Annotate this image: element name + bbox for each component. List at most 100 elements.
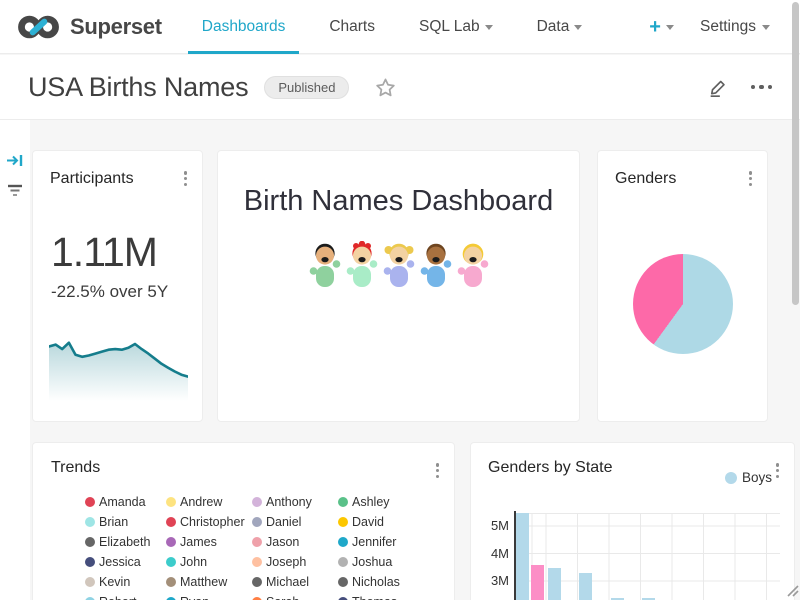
legend-item[interactable]: Matthew — [166, 572, 252, 592]
legend-item[interactable]: Sarah — [252, 592, 338, 600]
legend-item[interactable]: Joseph — [252, 552, 338, 572]
dashboard-banner-title: Birth Names Dashboard — [218, 185, 579, 218]
legend-dot — [166, 577, 176, 587]
kid-figure — [419, 241, 453, 291]
chart-title: Participants — [50, 170, 134, 188]
legend-dot — [252, 497, 262, 507]
kid-figure — [456, 241, 490, 291]
chart-title: Genders — [615, 170, 676, 188]
filter-rail — [0, 120, 30, 600]
boys-bar[interactable] — [548, 568, 561, 600]
legend-item[interactable]: David — [338, 512, 428, 532]
legend-label: Jason — [266, 535, 299, 549]
nav-label: Data — [537, 18, 570, 36]
kid-figure — [382, 241, 416, 291]
legend-label: Ashley — [352, 495, 390, 509]
superset-logo[interactable]: Superset — [0, 0, 180, 53]
vertical-scrollbar[interactable] — [792, 2, 799, 305]
girls-bar[interactable] — [531, 565, 544, 600]
legend-label: Matthew — [180, 575, 227, 589]
chart-title: Genders by State — [488, 459, 613, 477]
boys-bar[interactable] — [579, 573, 592, 600]
more-options-icon[interactable] — [751, 85, 773, 90]
legend-item[interactable]: John — [166, 552, 252, 572]
brand-name: Superset — [70, 14, 162, 40]
legend-item[interactable]: Ashley — [338, 492, 428, 512]
legend-dot — [85, 497, 95, 507]
resize-handle-icon[interactable] — [786, 584, 799, 597]
legend-dot — [252, 537, 262, 547]
legend-item[interactable]: Michael — [252, 572, 338, 592]
big-number-value: 1.11M — [51, 229, 157, 276]
legend-item[interactable]: Kevin — [85, 572, 166, 592]
legend-item[interactable]: Christopher — [166, 512, 252, 532]
legend-item[interactable]: Jessica — [85, 552, 166, 572]
legend-item[interactable]: Thomas — [338, 592, 428, 600]
kebab-menu-icon[interactable] — [434, 459, 442, 482]
legend-label: Thomas — [352, 595, 397, 600]
legend-item[interactable]: Jennifer — [338, 532, 428, 552]
legend-label: Amanda — [99, 495, 146, 509]
chevron-down-icon — [485, 25, 493, 30]
legend-dot — [85, 557, 95, 567]
settings-menu[interactable]: Settings — [700, 18, 770, 36]
legend-dot — [338, 497, 348, 507]
y-axis-tick: 4M — [471, 546, 509, 561]
header-actions — [707, 76, 800, 98]
kebab-menu-icon[interactable] — [774, 459, 782, 482]
legend-item[interactable]: Daniel — [252, 512, 338, 532]
chevron-down-icon — [666, 25, 674, 30]
nav-item-charts[interactable]: Charts — [315, 0, 389, 53]
participants-card: Participants 1.11M -22.5% over 5Y — [32, 150, 203, 422]
legend-dot — [338, 557, 348, 567]
legend-item[interactable]: Jason — [252, 532, 338, 552]
expand-filter-bar-icon[interactable] — [6, 152, 24, 169]
legend-item[interactable]: Brian — [85, 512, 166, 532]
legend-dot — [338, 577, 348, 587]
filter-icon[interactable] — [6, 183, 24, 199]
legend-item[interactable]: Joshua — [338, 552, 428, 572]
legend-item[interactable]: Robert — [85, 592, 166, 600]
nav-item-sql-lab[interactable]: SQL Lab — [405, 0, 507, 53]
boys-bar[interactable] — [516, 513, 529, 600]
kid-figure — [308, 241, 342, 291]
legend-dot — [85, 577, 95, 587]
legend-label: Nicholas — [352, 575, 400, 589]
legend-label: John — [180, 555, 207, 569]
legend-label: Michael — [266, 575, 309, 589]
legend-dot — [166, 517, 176, 527]
kebab-menu-icon[interactable] — [182, 167, 190, 190]
favorite-star-icon[interactable] — [375, 77, 396, 98]
legend-label: James — [180, 535, 217, 549]
trends-card: Trends Amanda AndrewAnthony Ashley Brian Chr… — [32, 442, 455, 600]
legend-dot — [725, 472, 737, 484]
legend-label: Joseph — [266, 555, 306, 569]
superset-infinity-icon — [16, 13, 62, 41]
y-axis-tick: 5M — [471, 518, 509, 533]
chart-title: Trends — [51, 459, 100, 477]
published-badge[interactable]: Published — [264, 76, 349, 99]
legend-label: Brian — [99, 515, 128, 529]
legend-item[interactable]: Amanda — [85, 492, 166, 512]
legend-item[interactable]: Nicholas — [338, 572, 428, 592]
legend-item[interactable]: James — [166, 532, 252, 552]
legend-dot — [166, 497, 176, 507]
legend-item[interactable]: Andrew — [166, 492, 252, 512]
genders-pie-chart[interactable] — [633, 254, 733, 354]
legend-dot — [252, 577, 262, 587]
nav-item-dashboards[interactable]: Dashboards — [188, 0, 300, 53]
legend-item[interactable]: Elizabeth — [85, 532, 166, 552]
legend-dot — [166, 557, 176, 567]
edit-pencil-icon[interactable] — [707, 76, 729, 98]
genders-card: Genders — [597, 150, 768, 422]
legend-label: David — [352, 515, 384, 529]
legend-label: Robert — [99, 595, 137, 600]
nav-item-data[interactable]: Data — [523, 0, 597, 53]
legend-item[interactable]: Anthony — [252, 492, 338, 512]
kebab-menu-icon[interactable] — [747, 167, 755, 190]
boys-legend-item[interactable]: Boys — [725, 470, 772, 485]
legend-dot — [338, 517, 348, 527]
new-item-button[interactable]: + — [649, 17, 674, 37]
legend-item[interactable]: Ryan — [166, 592, 252, 600]
trendline-sparkline — [49, 335, 188, 401]
